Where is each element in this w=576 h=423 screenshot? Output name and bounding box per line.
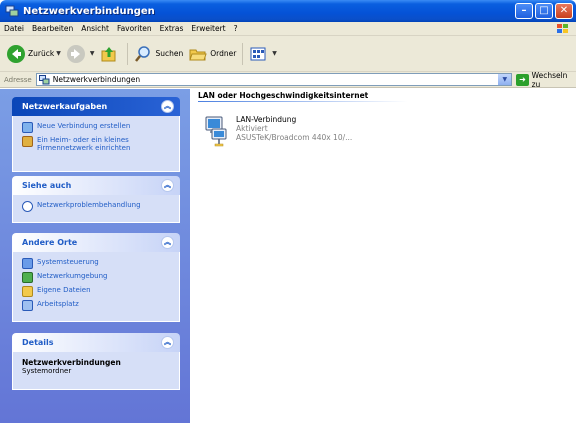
troubleshoot-icon: [22, 201, 33, 212]
network-tasks-body: Neue Verbindung erstellen Ein Heim- oder…: [12, 116, 180, 172]
folders-button[interactable]: Ordner: [186, 42, 239, 66]
see-also-body: Netzwerkproblembehandlung: [12, 195, 180, 223]
see-also-header[interactable]: Siehe auch ︽: [12, 176, 180, 195]
details-title: Details: [22, 338, 54, 347]
address-label: Adresse: [4, 75, 32, 84]
connection-status: Aktiviert: [236, 124, 268, 133]
place-my-documents[interactable]: Eigene Dateien: [22, 286, 170, 297]
menu-ansicht[interactable]: Ansicht: [77, 24, 113, 33]
views-button[interactable]: ▼: [246, 42, 280, 66]
close-button[interactable]: ✕: [555, 3, 573, 19]
task-home-network[interactable]: Ein Heim- oder ein kleines Firmennetzwer…: [22, 136, 170, 152]
back-button[interactable]: Zurück ▼: [4, 42, 64, 66]
task-new-connection[interactable]: Neue Verbindung erstellen: [22, 122, 170, 133]
network-tasks-header[interactable]: Netzwerkaufgaben ︽: [12, 97, 180, 116]
control-panel-icon: [22, 258, 33, 269]
place-my-documents-label: Eigene Dateien: [37, 286, 91, 294]
home-network-icon: [22, 136, 33, 147]
task-troubleshoot-label: Netzwerkproblembehandlung: [37, 201, 141, 209]
search-icon: [134, 45, 152, 63]
place-control-panel-label: Systemsteuerung: [37, 258, 99, 266]
folders-icon: [189, 45, 207, 63]
connection-name: LAN-Verbindung: [236, 115, 297, 124]
collapse-icon[interactable]: ︽: [161, 236, 174, 249]
details-panel: Details ︽ Netzwerkverbindungen Systemord…: [12, 333, 180, 390]
new-connection-icon: [22, 122, 33, 133]
place-my-computer[interactable]: Arbeitsplatz: [22, 300, 170, 311]
go-arrow-icon: ➜: [516, 73, 529, 86]
place-my-computer-label: Arbeitsplatz: [37, 300, 79, 308]
up-folder-icon: [100, 45, 118, 63]
menu-erweitert[interactable]: Erweitert: [187, 24, 229, 33]
folders-label: Ordner: [210, 49, 237, 58]
lan-connection-item[interactable]: LAN-Verbindung Aktiviert ASUSTeK/Broadco…: [204, 115, 352, 147]
details-name: Netzwerkverbindungen: [22, 358, 121, 367]
toolbar: Zurück ▼ ▼ Suchen Ordner ▼: [0, 36, 576, 72]
back-arrow-icon: [7, 44, 25, 63]
views-icon: [249, 45, 267, 63]
task-home-network-label: Ein Heim- oder ein kleines Firmennetzwer…: [37, 136, 131, 152]
menu-bar: Datei Bearbeiten Ansicht Favoriten Extra…: [0, 22, 576, 36]
menu-extras[interactable]: Extras: [156, 24, 188, 33]
details-header[interactable]: Details ︽: [12, 333, 180, 352]
connection-device: ASUSTeK/Broadcom 440x 10/...: [236, 133, 353, 142]
collapse-icon[interactable]: ︽: [161, 100, 174, 113]
chevron-down-icon[interactable]: ▼: [272, 50, 277, 57]
network-tasks-title: Netzwerkaufgaben: [22, 102, 108, 111]
task-new-connection-label: Neue Verbindung erstellen: [37, 122, 131, 130]
maximize-button[interactable]: □: [535, 3, 553, 19]
menu-bearbeiten[interactable]: Bearbeiten: [28, 24, 77, 33]
other-places-body: Systemsteuerung Netzwerkumgebung Eigene …: [12, 252, 180, 322]
up-folder-button[interactable]: [97, 42, 124, 66]
network-connections-icon: [38, 74, 50, 85]
toolbar-separator: [127, 42, 129, 65]
toolbar-separator: [242, 42, 244, 65]
chevron-down-icon[interactable]: ▼: [90, 50, 95, 57]
network-places-icon: [22, 272, 33, 283]
menu-favoriten[interactable]: Favoriten: [113, 24, 156, 33]
forward-button[interactable]: ▼: [64, 42, 98, 66]
window-title: Netzwerkverbindungen: [23, 5, 155, 17]
go-label: Wechseln zu: [531, 70, 568, 89]
content-area: LAN oder Hochgeschwindigkeitsinternet LA…: [190, 89, 576, 423]
search-button[interactable]: Suchen: [131, 42, 186, 66]
other-places-panel: Andere Orte ︽ Systemsteuerung Netzwerkum…: [12, 233, 180, 322]
group-header: LAN oder Hochgeschwindigkeitsinternet: [198, 91, 369, 100]
place-control-panel[interactable]: Systemsteuerung: [22, 258, 170, 269]
task-troubleshoot[interactable]: Netzwerkproblembehandlung: [22, 201, 170, 212]
see-also-title: Siehe auch: [22, 181, 72, 190]
details-type: Systemordner: [22, 367, 72, 375]
place-network-places[interactable]: Netzwerkumgebung: [22, 272, 170, 283]
go-button[interactable]: ➜ Wechseln zu: [516, 71, 576, 89]
collapse-icon[interactable]: ︽: [161, 336, 174, 349]
see-also-panel: Siehe auch ︽ Netzwerkproblembehandlung: [12, 176, 180, 223]
task-pane: Netzwerkaufgaben ︽ Neue Verbindung erste…: [0, 89, 190, 423]
windows-logo-icon: [554, 23, 570, 35]
my-documents-icon: [22, 286, 33, 297]
network-tasks-panel: Netzwerkaufgaben ︽ Neue Verbindung erste…: [12, 97, 180, 172]
forward-arrow-icon: [66, 44, 85, 63]
my-computer-icon: [22, 300, 33, 311]
chevron-down-icon[interactable]: ▼: [498, 74, 512, 85]
title-bar: Netzwerkverbindungen – □ ✕: [0, 0, 576, 22]
collapse-icon[interactable]: ︽: [161, 179, 174, 192]
place-network-places-label: Netzwerkumgebung: [37, 272, 108, 280]
search-label: Suchen: [155, 49, 184, 58]
minimize-button[interactable]: –: [515, 3, 533, 19]
lan-connection-icon: [204, 115, 230, 147]
network-connections-icon: [5, 4, 19, 18]
address-input[interactable]: Netzwerkverbindungen ▼: [35, 73, 513, 86]
other-places-header[interactable]: Andere Orte ︽: [12, 233, 180, 252]
address-bar: Adresse Netzwerkverbindungen ▼ ➜ Wechsel…: [0, 71, 576, 89]
group-divider: [198, 101, 408, 102]
back-label: Zurück: [28, 49, 55, 58]
other-places-title: Andere Orte: [22, 238, 78, 247]
menu-datei[interactable]: Datei: [0, 24, 28, 33]
details-body: Netzwerkverbindungen Systemordner: [12, 352, 180, 390]
address-value: Netzwerkverbindungen: [52, 75, 141, 84]
chevron-down-icon[interactable]: ▼: [56, 50, 61, 57]
menu-help[interactable]: ?: [230, 24, 242, 33]
